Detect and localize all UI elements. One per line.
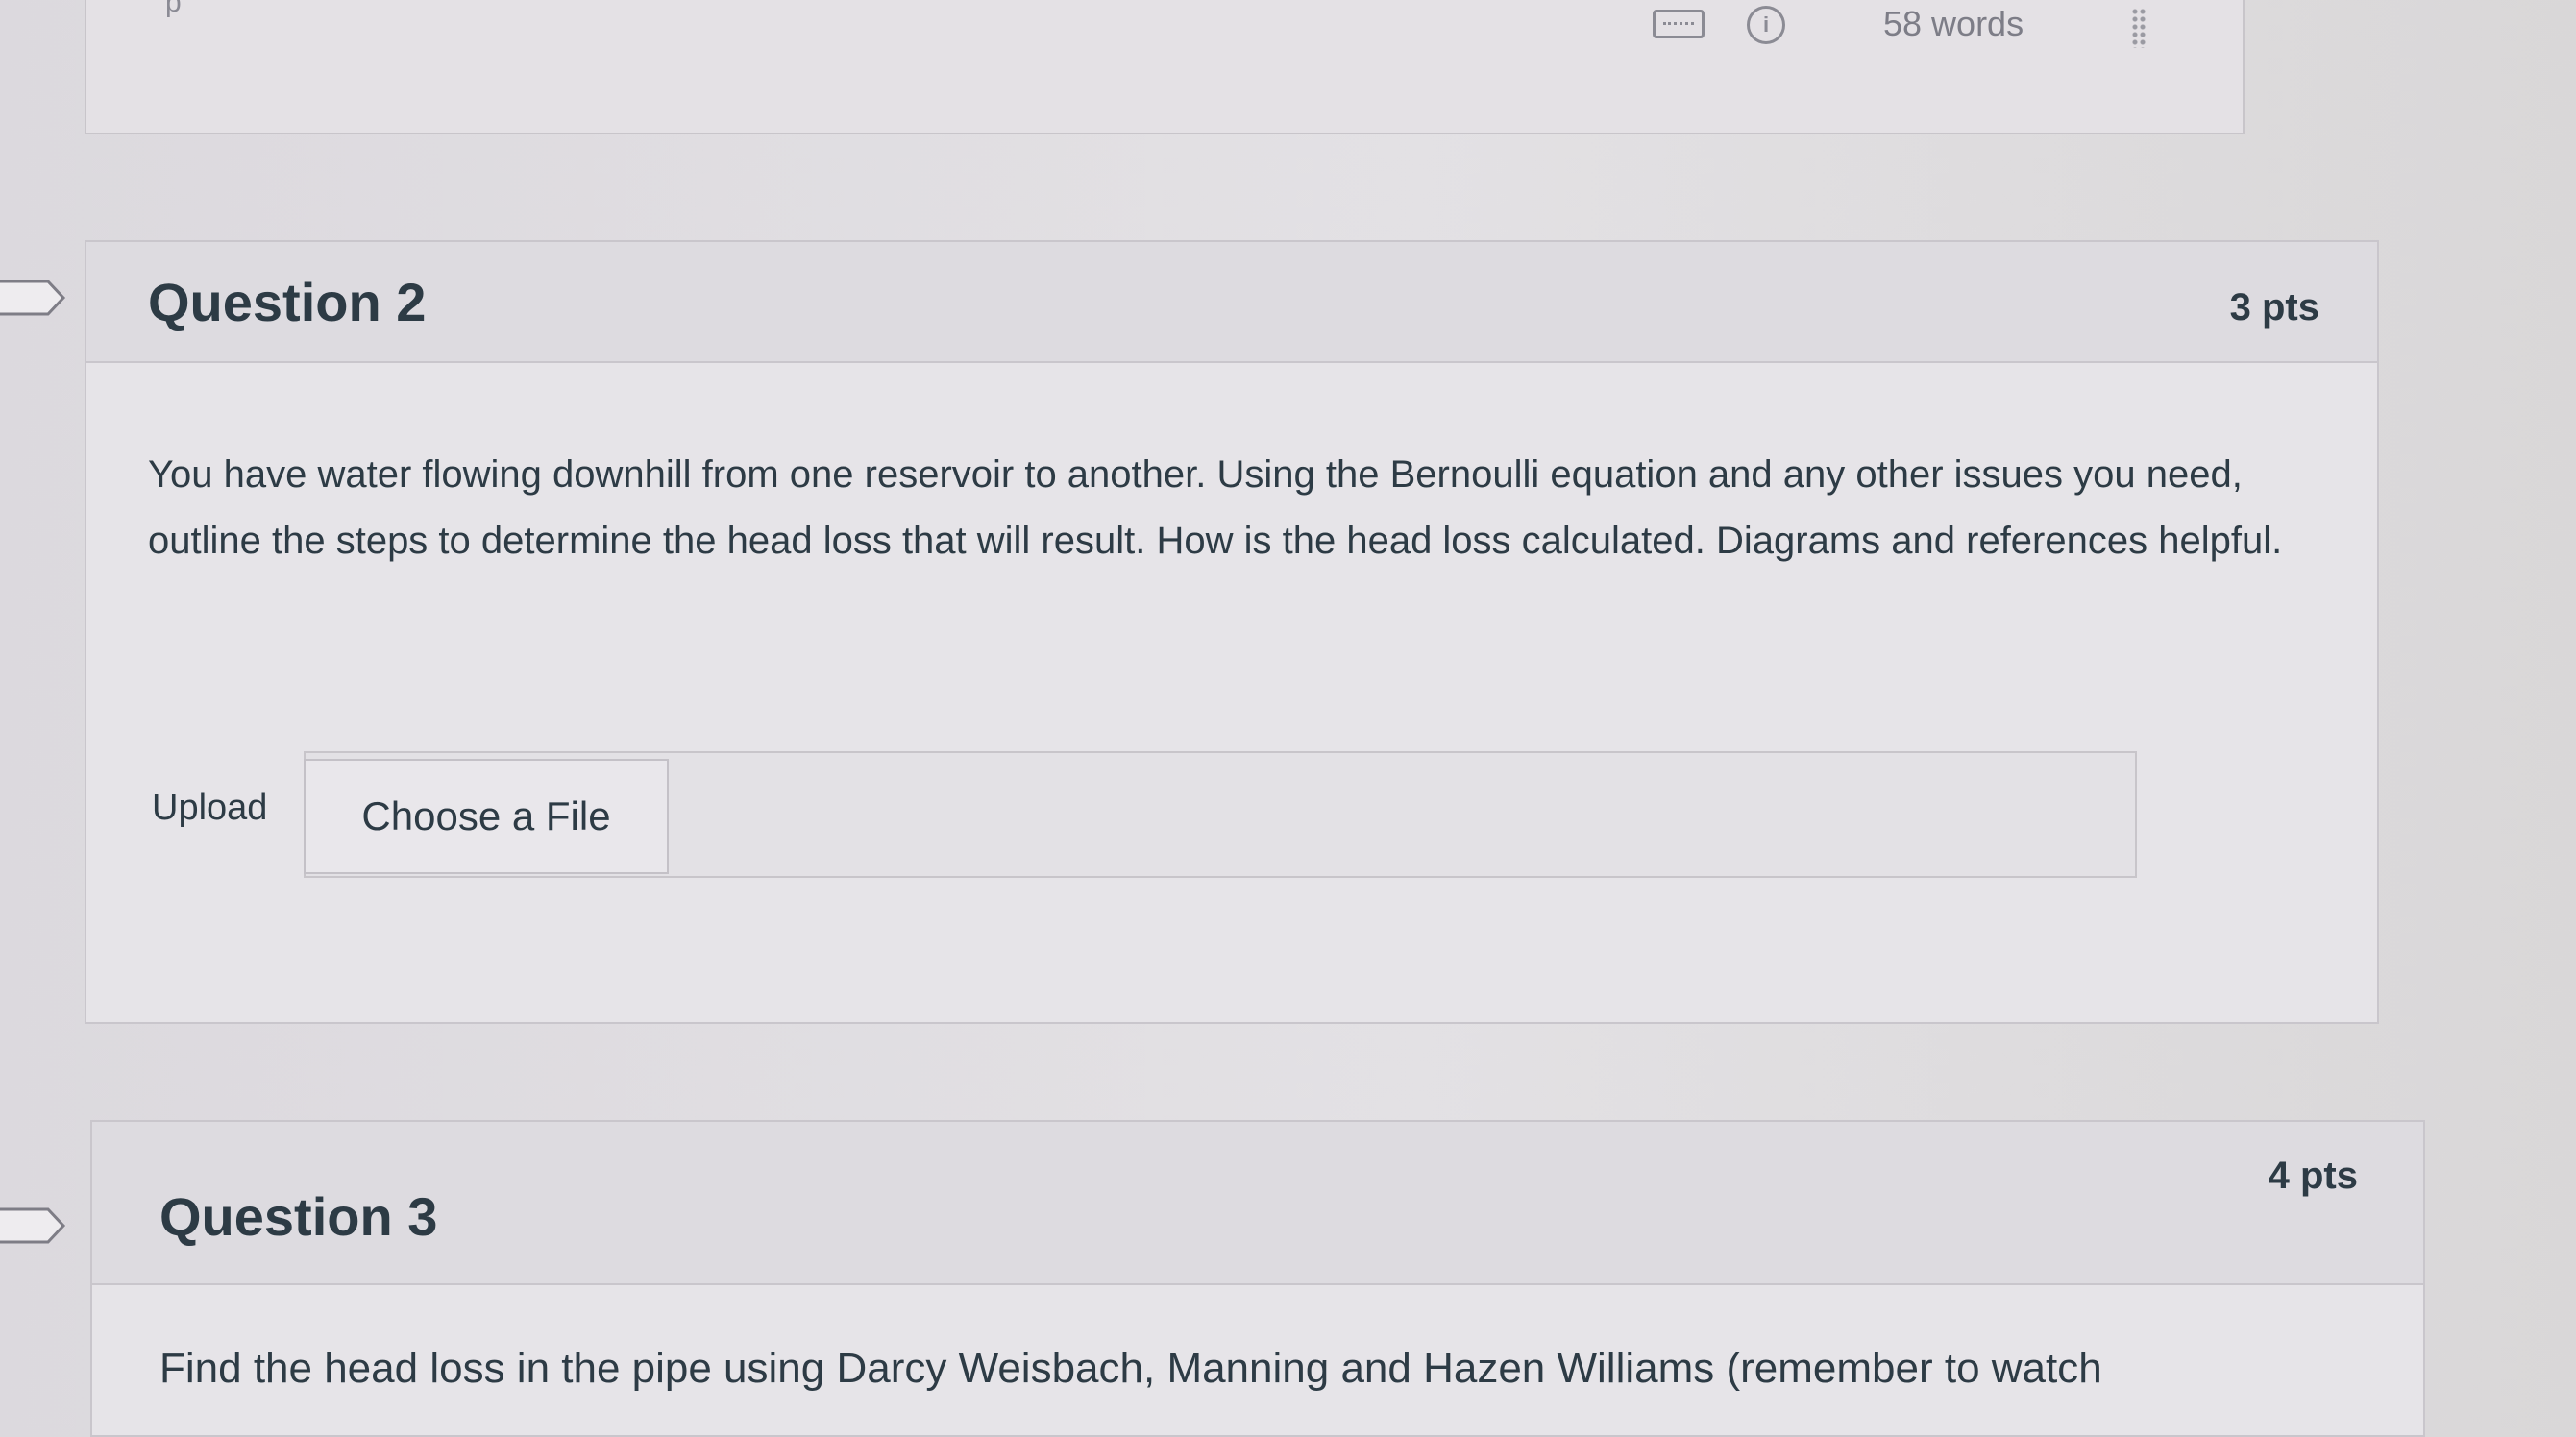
- question-title: Question 3: [159, 1186, 438, 1247]
- question-2-header: Question 2 3 pts: [86, 242, 2377, 363]
- question-title: Question 2: [148, 272, 427, 332]
- question-3-header: Question 3 4 pts: [92, 1122, 2423, 1285]
- editor-path-label[interactable]: p: [165, 0, 182, 19]
- keyboard-icon[interactable]: [1653, 10, 1705, 38]
- question-points: 3 pts: [2229, 286, 2319, 329]
- drag-handle-icon[interactable]: [2131, 8, 2147, 48]
- question-text: You have water flowing downhill from one…: [148, 453, 2283, 562]
- flag-question-icon[interactable]: [0, 279, 67, 317]
- question-3-card: Question 3 4 pts Find the head loss in t…: [90, 1120, 2425, 1437]
- upload-label: Upload: [152, 788, 268, 828]
- question-2-card: Question 2 3 pts You have water flowing …: [85, 240, 2379, 1024]
- question-text: Find the head loss in the pipe using Dar…: [159, 1345, 2102, 1392]
- choose-file-button[interactable]: Choose a File: [304, 759, 669, 874]
- word-count: 58 words: [1883, 4, 2024, 43]
- question-points: 4 pts: [2268, 1155, 2358, 1197]
- file-upload-field[interactable]: Choose a File: [304, 751, 2137, 878]
- flag-question-icon[interactable]: [0, 1206, 67, 1245]
- editor-status-bar: p i 58 words: [85, 0, 2245, 134]
- accessibility-icon[interactable]: i: [1747, 6, 1785, 44]
